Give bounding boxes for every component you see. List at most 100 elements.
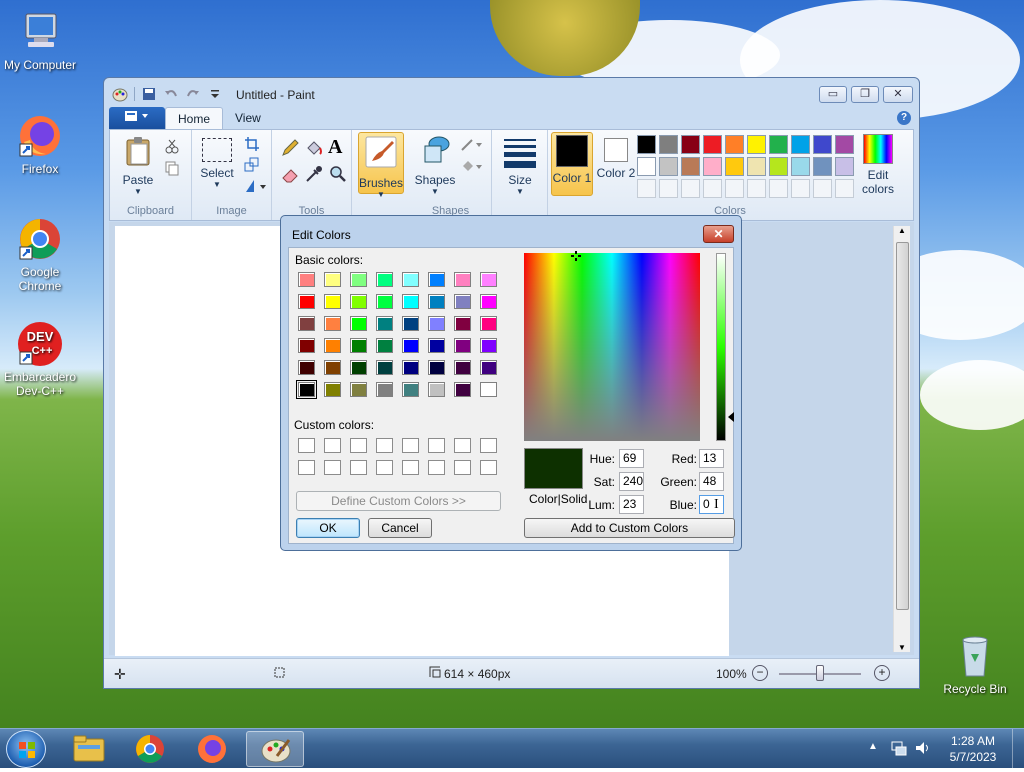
basic-color-swatch[interactable] bbox=[454, 338, 471, 353]
basic-color-swatch[interactable] bbox=[376, 382, 393, 397]
basic-color-swatch[interactable] bbox=[350, 382, 367, 397]
custom-color-swatch[interactable] bbox=[376, 438, 393, 453]
palette-swatch[interactable] bbox=[791, 135, 810, 154]
palette-swatch[interactable] bbox=[703, 157, 722, 176]
basic-color-swatch[interactable] bbox=[298, 316, 315, 331]
basic-color-swatch[interactable] bbox=[298, 294, 315, 309]
taskbar-chrome[interactable] bbox=[121, 731, 179, 767]
fill-icon[interactable] bbox=[304, 138, 324, 161]
basic-color-swatch[interactable] bbox=[376, 338, 393, 353]
undo-icon[interactable] bbox=[163, 86, 179, 102]
basic-color-swatch[interactable] bbox=[324, 316, 341, 331]
basic-color-swatch[interactable] bbox=[428, 360, 445, 375]
basic-color-swatch[interactable] bbox=[480, 338, 497, 353]
taskbar-explorer[interactable] bbox=[60, 731, 118, 767]
custom-color-swatch[interactable] bbox=[324, 438, 341, 453]
basic-color-swatch[interactable] bbox=[428, 382, 445, 397]
palette-empty-swatch[interactable] bbox=[637, 179, 656, 198]
volume-icon[interactable] bbox=[914, 739, 932, 760]
shape-fill-icon[interactable] bbox=[460, 158, 484, 177]
custom-color-swatch[interactable] bbox=[428, 460, 445, 475]
green-field[interactable]: 48 bbox=[699, 472, 724, 491]
palette-empty-swatch[interactable] bbox=[681, 179, 700, 198]
palette-swatch[interactable] bbox=[813, 157, 832, 176]
basic-color-swatch[interactable] bbox=[324, 338, 341, 353]
eraser-icon[interactable] bbox=[280, 164, 300, 187]
brushes-button[interactable]: Brushes ▼ bbox=[358, 132, 404, 199]
palette-swatch[interactable] bbox=[725, 135, 744, 154]
taskbar-paint[interactable] bbox=[246, 731, 304, 767]
edit-colors-button[interactable]: Edit colors bbox=[858, 134, 898, 196]
basic-color-swatch[interactable] bbox=[454, 382, 471, 397]
color2-button[interactable]: Color 2 bbox=[596, 134, 636, 180]
vertical-scrollbar[interactable]: ▲ ▼ bbox=[893, 226, 910, 652]
custom-color-swatch[interactable] bbox=[454, 460, 471, 475]
palette-swatch[interactable] bbox=[681, 157, 700, 176]
color-picker-icon[interactable] bbox=[304, 164, 324, 187]
red-field[interactable]: 13 bbox=[699, 449, 724, 468]
basic-color-swatch[interactable] bbox=[350, 272, 367, 287]
cancel-button[interactable]: Cancel bbox=[368, 518, 432, 538]
palette-swatch[interactable] bbox=[637, 157, 656, 176]
palette-empty-swatch[interactable] bbox=[791, 179, 810, 198]
basic-color-swatch[interactable] bbox=[480, 272, 497, 287]
network-icon[interactable] bbox=[890, 739, 908, 760]
palette-swatch[interactable] bbox=[769, 135, 788, 154]
basic-color-swatch[interactable] bbox=[454, 272, 471, 287]
color-spectrum[interactable] bbox=[524, 251, 700, 441]
help-icon[interactable]: ? bbox=[897, 111, 911, 125]
basic-color-swatch[interactable] bbox=[480, 294, 497, 309]
basic-color-swatch[interactable] bbox=[298, 338, 315, 353]
basic-color-swatch[interactable] bbox=[402, 338, 419, 353]
custom-color-swatch[interactable] bbox=[350, 460, 367, 475]
resize-icon[interactable] bbox=[244, 157, 260, 176]
palette-empty-swatch[interactable] bbox=[747, 179, 766, 198]
palette-swatch[interactable] bbox=[769, 157, 788, 176]
show-hidden-icons-button[interactable]: ▲ bbox=[868, 741, 878, 752]
basic-color-swatch[interactable] bbox=[376, 272, 393, 287]
basic-color-swatch[interactable] bbox=[298, 360, 315, 375]
desktop-icon-devcpp[interactable]: DEV C++ Embarcadero Dev-C++ bbox=[0, 320, 80, 398]
shapes-button[interactable]: Shapes ▼ bbox=[414, 134, 456, 196]
custom-color-swatch[interactable] bbox=[454, 438, 471, 453]
zoom-in-button[interactable]: + bbox=[874, 665, 890, 681]
palette-swatch[interactable] bbox=[637, 135, 656, 154]
palette-swatch[interactable] bbox=[813, 135, 832, 154]
add-to-custom-colors-button[interactable]: Add to Custom Colors bbox=[524, 518, 735, 538]
tab-view[interactable]: View bbox=[223, 107, 273, 129]
custom-color-swatch[interactable] bbox=[324, 460, 341, 475]
basic-color-swatch[interactable] bbox=[350, 360, 367, 375]
paint-app-icon[interactable] bbox=[112, 86, 128, 102]
palette-empty-swatch[interactable] bbox=[659, 179, 678, 198]
palette-empty-swatch[interactable] bbox=[725, 179, 744, 198]
basic-color-swatch[interactable] bbox=[428, 338, 445, 353]
basic-color-swatch[interactable] bbox=[298, 272, 315, 287]
basic-color-swatch[interactable] bbox=[454, 294, 471, 309]
tab-home[interactable]: Home bbox=[165, 107, 224, 129]
customize-qat-icon[interactable] bbox=[207, 86, 223, 102]
basic-color-swatch[interactable] bbox=[480, 360, 497, 375]
basic-color-swatch[interactable] bbox=[428, 272, 445, 287]
zoom-out-button[interactable]: − bbox=[752, 665, 768, 681]
basic-color-swatch[interactable] bbox=[454, 360, 471, 375]
custom-color-swatch[interactable] bbox=[480, 438, 497, 453]
text-icon[interactable]: A bbox=[328, 136, 342, 159]
taskbar-firefox[interactable] bbox=[183, 731, 241, 767]
basic-color-swatch[interactable] bbox=[428, 294, 445, 309]
custom-color-swatch[interactable] bbox=[402, 438, 419, 453]
custom-color-swatch[interactable] bbox=[402, 460, 419, 475]
basic-color-swatch[interactable] bbox=[324, 272, 341, 287]
crop-icon[interactable] bbox=[244, 136, 260, 155]
palette-swatch[interactable] bbox=[725, 157, 744, 176]
cut-icon[interactable] bbox=[164, 138, 180, 157]
select-button[interactable]: Select ▼ bbox=[197, 138, 237, 189]
close-window-button[interactable]: ✕ bbox=[883, 86, 913, 103]
palette-swatch[interactable] bbox=[747, 135, 766, 154]
save-icon[interactable] bbox=[141, 86, 157, 102]
magnifier-icon[interactable] bbox=[328, 164, 348, 187]
lum-field[interactable]: 23 bbox=[619, 495, 644, 514]
custom-color-swatch[interactable] bbox=[428, 438, 445, 453]
palette-swatch[interactable] bbox=[659, 157, 678, 176]
basic-color-swatch[interactable] bbox=[402, 382, 419, 397]
basic-color-swatch[interactable] bbox=[350, 338, 367, 353]
